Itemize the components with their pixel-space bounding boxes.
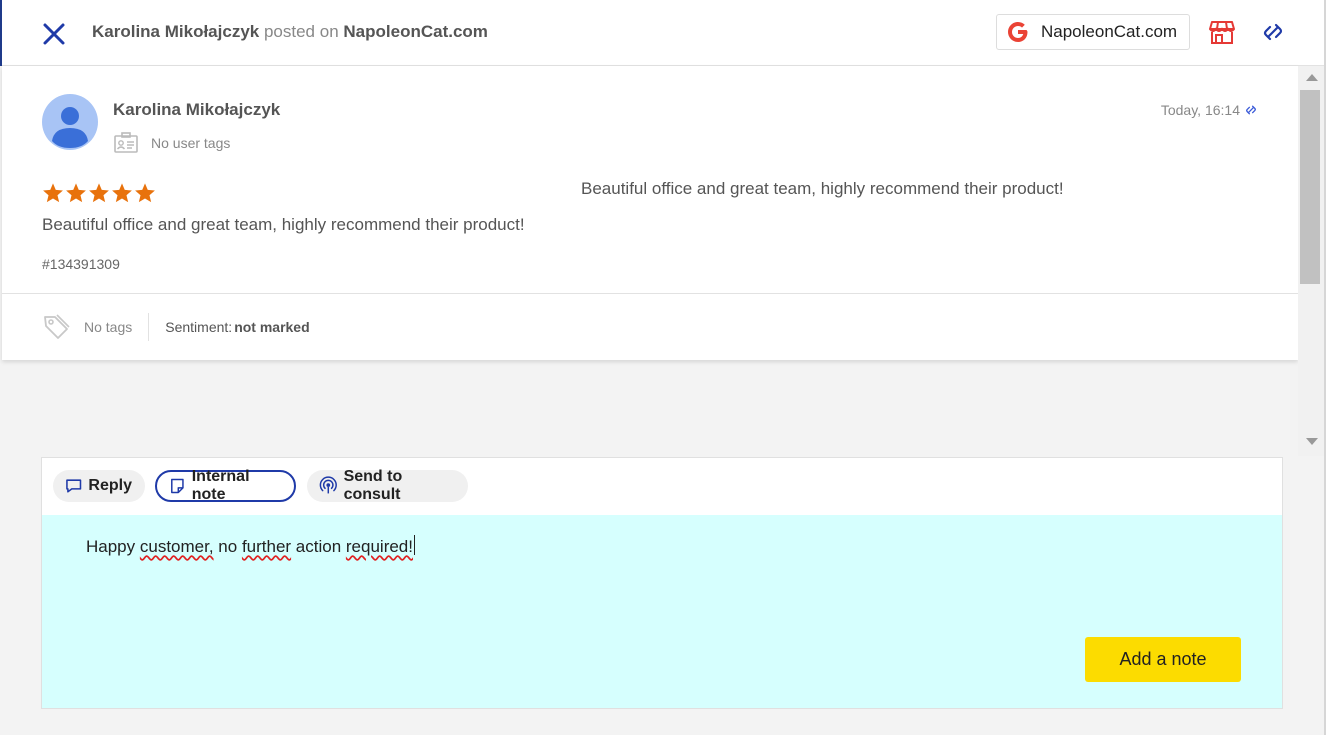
note-text[interactable]: Happy customer, no further action requir… <box>86 535 415 557</box>
header-posted-on: posted on <box>263 22 339 41</box>
header-site: NapoleonCat.com <box>343 22 488 41</box>
tab-reply[interactable]: Reply <box>53 470 145 502</box>
unlink-icon <box>1246 105 1256 115</box>
tab-internal-note[interactable]: Internal note <box>155 468 296 503</box>
composer: Reply Internal note Send to consult Happ… <box>41 457 1283 709</box>
review-id: #134391309 <box>42 256 120 272</box>
scroll-up-icon[interactable] <box>1306 74 1318 81</box>
scrollbar-thumb[interactable] <box>1300 90 1320 284</box>
user-avatar-icon[interactable] <box>42 94 98 150</box>
misspelled-word: required! <box>345 537 413 556</box>
speech-bubble-icon <box>66 479 82 493</box>
user-tags[interactable]: No user tags <box>113 132 230 154</box>
divider <box>2 293 1298 294</box>
composer-tabs: Reply Internal note Send to consult <box>42 458 1282 516</box>
store-icon[interactable] <box>1208 18 1236 46</box>
review-author[interactable]: Karolina Mikołajczyk <box>113 100 280 120</box>
sentiment-value[interactable]: not marked <box>234 319 309 335</box>
star-icon <box>89 183 109 203</box>
star-icon <box>112 183 132 203</box>
star-rating <box>42 182 156 204</box>
note-text-part: Happy <box>86 537 140 556</box>
text-caret <box>414 535 415 555</box>
star-icon <box>43 183 63 203</box>
window-edge <box>0 0 2 66</box>
note-text-part: action <box>291 537 346 556</box>
source-button-label: NapoleonCat.com <box>1041 22 1178 41</box>
tags-row: No tags Sentiment: not marked <box>42 310 310 344</box>
tag-icon[interactable] <box>42 313 70 341</box>
note-editor[interactable]: Happy customer, no further action requir… <box>42 515 1282 708</box>
review-time-text: Today, 16:14 <box>1160 102 1240 118</box>
review-text: Beautiful office and great team, highly … <box>42 215 525 234</box>
star-icon <box>66 183 86 203</box>
sentiment-label: Sentiment: <box>165 319 233 335</box>
review-card: Karolina Mikołajczyk No user tags Today,… <box>2 66 1298 360</box>
id-card-icon <box>114 132 138 153</box>
top-bar: Karolina Mikołajczyk posted on NapoleonC… <box>0 0 1326 66</box>
source-button[interactable]: NapoleonCat.com <box>996 14 1190 50</box>
close-icon[interactable] <box>40 20 68 48</box>
google-icon <box>1008 22 1028 42</box>
divider <box>148 313 150 341</box>
misspelled-word: customer, <box>139 537 214 556</box>
scroll-down-icon[interactable] <box>1306 438 1318 445</box>
broadcast-icon <box>319 476 337 494</box>
tab-send-to-consult-label: Send to consult <box>343 468 403 503</box>
unlink-icon[interactable] <box>1260 19 1286 45</box>
no-tags-label[interactable]: No tags <box>84 319 132 335</box>
note-text-part: no <box>213 537 242 556</box>
header-author: Karolina Mikołajczyk <box>92 22 260 41</box>
misspelled-word: further <box>241 537 292 556</box>
review-time: Today, 16:14 <box>1161 102 1258 118</box>
review-text-side: Beautiful office and great team, highly … <box>581 179 1064 198</box>
star-icon <box>135 183 155 203</box>
header-title: Karolina Mikołajczyk posted on NapoleonC… <box>92 22 488 42</box>
sticky-note-icon <box>171 478 184 494</box>
user-tags-label: No user tags <box>151 135 231 151</box>
scrollbar[interactable] <box>1298 66 1326 456</box>
tab-reply-label: Reply <box>88 477 132 494</box>
add-note-button[interactable]: Add a note <box>1085 637 1241 682</box>
tab-send-to-consult[interactable]: Send to consult <box>307 468 468 503</box>
tab-internal-note-label: Internal note <box>191 468 250 503</box>
